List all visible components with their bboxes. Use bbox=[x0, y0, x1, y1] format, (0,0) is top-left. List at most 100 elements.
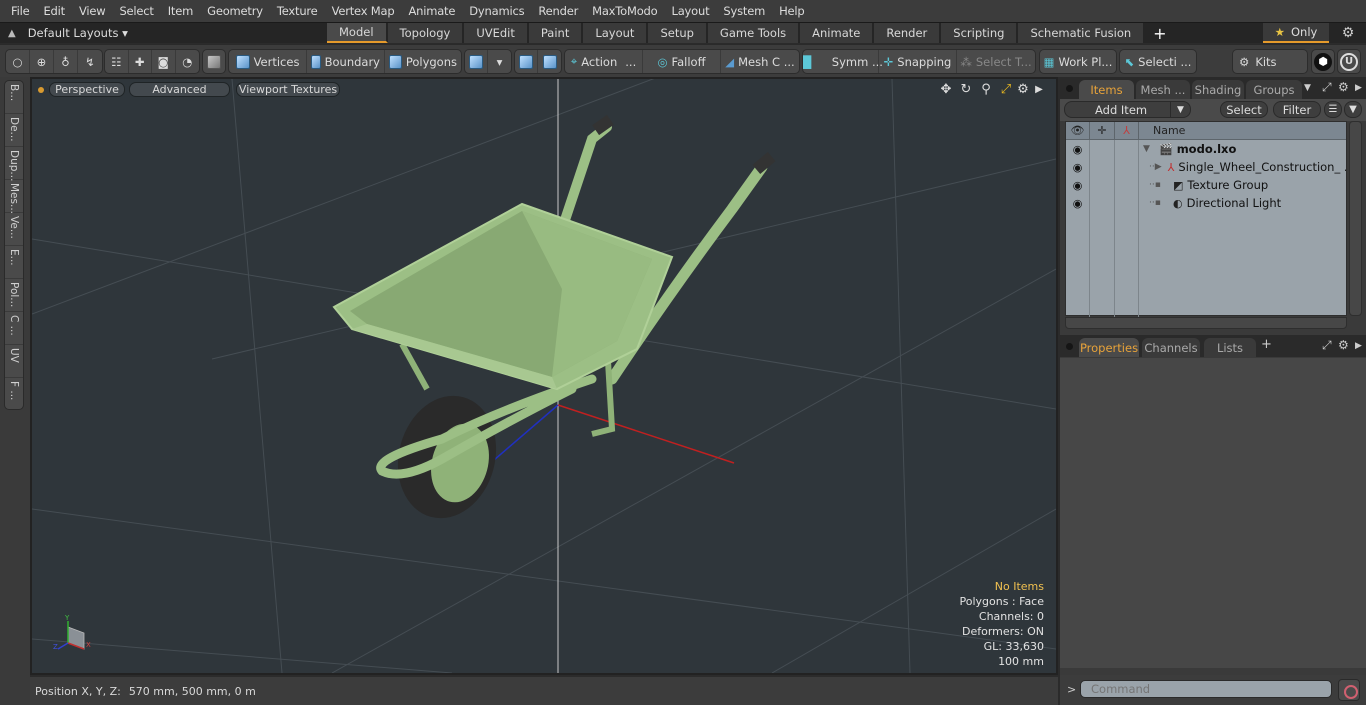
tab-model[interactable]: Model bbox=[327, 23, 388, 43]
tab-setup[interactable]: Setup bbox=[648, 23, 708, 43]
tab-shading[interactable]: Shading bbox=[1192, 80, 1244, 99]
maximize-panel-icon[interactable]: ⤢ bbox=[1322, 80, 1332, 95]
tabs-dropdown-icon[interactable]: ▼ bbox=[1304, 83, 1311, 93]
filter-funnel-icon[interactable]: ▼ bbox=[1344, 101, 1362, 118]
add-tab-button[interactable]: + bbox=[1261, 337, 1272, 352]
panel-gear-icon[interactable]: ⚙ bbox=[1338, 80, 1349, 94]
3d-viewport[interactable]: Perspective Advanced Viewport Textures ✥… bbox=[30, 77, 1058, 675]
menu-geometry[interactable]: Geometry bbox=[200, 4, 270, 18]
tab-groups[interactable]: Groups bbox=[1246, 80, 1302, 99]
tree-item[interactable]: ◉ ▼ 🎬 modo.lxo bbox=[1066, 140, 1346, 158]
list-options-icon[interactable]: ☰ bbox=[1324, 101, 1342, 118]
tab-uvedit[interactable]: UVEdit bbox=[464, 23, 529, 43]
visibility-eye-icon[interactable]: ◉ bbox=[1073, 143, 1083, 156]
menu-edit[interactable]: Edit bbox=[36, 4, 71, 18]
menu-maxtomodo[interactable]: MaxToModo bbox=[585, 4, 664, 18]
transform-cube-icon[interactable] bbox=[515, 50, 539, 73]
add-layout-tab-button[interactable]: + bbox=[1145, 23, 1174, 43]
tab-lists[interactable]: Lists bbox=[1204, 338, 1256, 357]
gear-icon[interactable]: ⚙ bbox=[1338, 25, 1358, 41]
left-tab-3[interactable]: Mes... bbox=[5, 180, 23, 214]
perspective-dropdown[interactable]: Perspective bbox=[49, 82, 125, 97]
left-tab-7[interactable]: C ... bbox=[5, 312, 23, 345]
expand-arrow-icon[interactable]: ▶ bbox=[1031, 82, 1047, 98]
tab-schematic-fusion[interactable]: Schematic Fusion bbox=[1018, 23, 1146, 43]
command-input[interactable] bbox=[1080, 680, 1332, 698]
tab-game-tools[interactable]: Game Tools bbox=[707, 23, 801, 43]
tab-layout[interactable]: Layout bbox=[583, 23, 649, 43]
menu-select[interactable]: Select bbox=[112, 4, 160, 18]
frame-icon[interactable]: ◙ bbox=[152, 50, 176, 73]
record-macro-button[interactable] bbox=[1338, 679, 1360, 701]
kits-button[interactable]: ⚙ Kits bbox=[1233, 50, 1307, 73]
expand-arrow-icon[interactable]: ··▶ bbox=[1149, 162, 1162, 172]
snapping-button[interactable]: ✛ Snapping bbox=[879, 50, 957, 73]
tab-topology[interactable]: Topology bbox=[387, 23, 465, 43]
symmetry-button[interactable]: ▐▌Symm ... bbox=[803, 50, 883, 73]
selection-sets-button[interactable]: ⬉ Selecti ... bbox=[1120, 50, 1196, 73]
render-column-icon[interactable]: ⅄ bbox=[1115, 122, 1139, 139]
left-tab-8[interactable]: UV bbox=[5, 345, 23, 378]
left-tab-9[interactable]: F ... bbox=[5, 378, 23, 411]
lasso-icon[interactable]: ↯ bbox=[78, 50, 102, 73]
default-layouts-dropdown[interactable]: ▲ Default Layouts ▾ bbox=[0, 23, 128, 43]
tree-item[interactable]: ◉ ··▪ ◩ Texture Group bbox=[1066, 176, 1346, 194]
visibility-eye-icon[interactable]: ◉ bbox=[1073, 161, 1083, 174]
props-options-dot[interactable] bbox=[1066, 343, 1073, 350]
visibility-eye-icon[interactable]: ◉ bbox=[1073, 179, 1083, 192]
viewport-options-dot[interactable] bbox=[38, 87, 44, 93]
visibility-eye-icon[interactable]: ◉ bbox=[1073, 197, 1083, 210]
viewport-textures-dropdown[interactable]: Viewport Textures bbox=[236, 82, 340, 97]
pan-icon[interactable]: ✥ bbox=[938, 82, 954, 98]
vertices-button[interactable]: Vertices bbox=[229, 50, 307, 73]
left-tab-0[interactable]: B... bbox=[5, 81, 23, 114]
menu-system[interactable]: System bbox=[716, 4, 772, 18]
zoom-icon[interactable]: ⚲ bbox=[978, 82, 994, 98]
menu-animate[interactable]: Animate bbox=[401, 4, 462, 18]
boundary-button[interactable]: Boundary bbox=[307, 50, 385, 73]
shading-dropdown[interactable]: Advanced bbox=[129, 82, 230, 97]
filter-button[interactable]: Filter bbox=[1273, 101, 1321, 118]
pivot-cube-icon[interactable] bbox=[538, 50, 561, 73]
menu-layout[interactable]: Layout bbox=[665, 4, 717, 18]
circle-select-icon[interactable]: ○ bbox=[6, 50, 30, 73]
add-item-button[interactable]: Add Item ▼ bbox=[1064, 101, 1191, 118]
tab-channels[interactable]: Channels bbox=[1142, 338, 1200, 357]
left-tab-5[interactable]: E... bbox=[5, 246, 23, 279]
collapse-arrow-icon[interactable]: ▲ bbox=[8, 28, 16, 39]
add-item-dropdown-icon[interactable]: ▼ bbox=[1170, 102, 1190, 117]
tab-animate[interactable]: Animate bbox=[800, 23, 875, 43]
tree-item[interactable]: ◉ ··▪ ◐ Directional Light bbox=[1066, 194, 1346, 212]
item-list-scrollbar[interactable] bbox=[1349, 121, 1362, 316]
menu-vertex-map[interactable]: Vertex Map bbox=[325, 4, 402, 18]
item-list-hscrollbar[interactable] bbox=[1065, 317, 1347, 329]
left-tab-6[interactable]: Pol... bbox=[5, 279, 23, 312]
menu-help[interactable]: Help bbox=[772, 4, 811, 18]
tree-item[interactable]: ◉ ··▶ ⅄ Single_Wheel_Construction_ ... bbox=[1066, 158, 1346, 176]
action-center-button[interactable]: ⌖ Action... bbox=[565, 50, 643, 73]
select-through-button[interactable]: ⁂ Select T... bbox=[957, 50, 1035, 73]
menu-view[interactable]: View bbox=[72, 4, 113, 18]
menu-render[interactable]: Render bbox=[531, 4, 585, 18]
dial-icon[interactable]: ◔ bbox=[176, 50, 199, 73]
dropdown-arrow-icon[interactable]: ▾ bbox=[488, 50, 511, 73]
menu-file[interactable]: File bbox=[4, 4, 36, 18]
tab-scripting[interactable]: Scripting bbox=[941, 23, 1019, 43]
uv-cross-icon[interactable]: ✚ bbox=[129, 50, 152, 73]
select-button[interactable]: Select bbox=[1220, 101, 1268, 118]
align-icon[interactable]: ☷ bbox=[105, 50, 129, 73]
globe-icon[interactable]: ⊕ bbox=[30, 50, 54, 73]
left-tab-1[interactable]: De... bbox=[5, 114, 23, 147]
unity-icon[interactable]: ⬢ bbox=[1312, 50, 1334, 73]
tab-properties[interactable]: Properties bbox=[1079, 338, 1139, 357]
menu-dynamics[interactable]: Dynamics bbox=[462, 4, 531, 18]
maximize-icon[interactable]: ⤢ bbox=[998, 82, 1014, 98]
material-cube-icon[interactable] bbox=[465, 50, 489, 73]
props-gear-icon[interactable]: ⚙ bbox=[1338, 338, 1349, 352]
collapse-arrow-icon[interactable]: ▼ bbox=[1143, 144, 1150, 154]
mesh-constraint-button[interactable]: ◢ Mesh C ... bbox=[721, 50, 799, 73]
tab-paint[interactable]: Paint bbox=[528, 23, 584, 43]
viewport-gear-icon[interactable]: ⚙ bbox=[1015, 82, 1031, 98]
falloff-button[interactable]: ◎ Falloff bbox=[643, 50, 721, 73]
rotate-icon[interactable]: ↻ bbox=[958, 82, 974, 98]
